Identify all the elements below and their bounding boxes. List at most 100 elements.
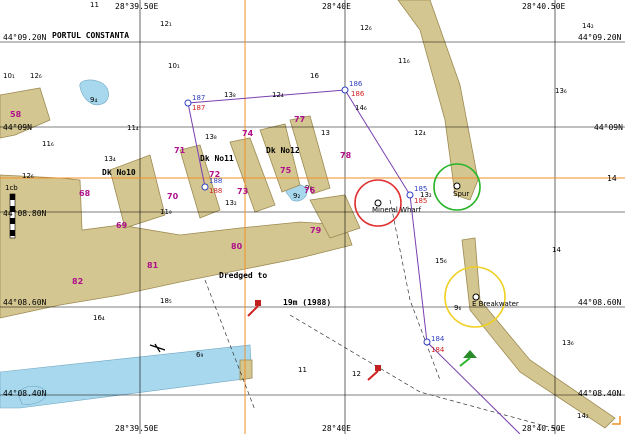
spur-light [453,182,461,190]
harbour-depth: 77 [294,115,305,124]
sounding: 12₁ [160,20,172,28]
harbour-depth: 75 [280,166,292,175]
sounding: 14₂ [577,412,589,420]
sounding: 13₈ [205,133,217,141]
harbour-depth: 69 [116,221,128,230]
lat-left-2: 44°09N [3,123,32,132]
harbour-depth: 71 [174,146,186,155]
sounding: 11 [90,1,99,9]
sounding: 16 [310,72,319,80]
lon-top-1: 28°39.50E [115,2,159,11]
sounding: 10₁ [168,62,180,70]
harbour-depth: 70 [167,192,179,201]
waypoint-188-lower: 188 [209,187,222,195]
sounding: 12₄ [414,129,426,137]
sounding: 9₄ [90,96,97,104]
waypoint-184-upper: 184 [431,335,445,343]
harbour-depth: 68 [79,189,91,198]
lat-right-2: 44°09N [594,123,623,132]
sounding: 16₄ [93,314,105,322]
sounding: 13₆ [555,87,567,95]
mineral-wharf-label: Mineral Wharf [372,206,422,214]
sounding: 9₂ [293,192,300,200]
sounding: 11₆ [42,140,54,148]
harbour-depth: 82 [72,277,83,286]
waypoint-labels: 187 187 186 186 188 188 185 185 184 184 [192,80,445,354]
dock10-label: Dk No10 [102,168,136,177]
sounding: 12₆ [360,24,372,32]
lon-bottom-1: 28°39.50E [115,424,159,433]
lat-left-3: 44°08.80N [3,209,47,218]
waypoint-186-upper: 186 [349,80,363,88]
waypoint-188-marker[interactable] [201,183,209,191]
harbour-depth: 80 [231,242,243,251]
harbour-depth: 81 [147,261,159,270]
lat-right-5: 44°08.40N [578,389,622,398]
red-beacon-icon [255,300,261,306]
waypoint-187-upper: 187 [192,94,205,102]
sounding: 6₉ [196,351,203,359]
lat-left-1: 44°09.20N [3,33,47,42]
breakwater-label: E Breakwater [472,300,519,308]
nautical-chart[interactable]: 28°39.50E 28°40E 28°40.50E 28°39.50E 28°… [0,0,625,434]
east-breakwater-north [397,0,479,201]
lon-top-2: 28°40E [322,2,351,11]
waypoint-185-marker[interactable] [406,191,414,199]
port-name: PORTUL CONSTANTA [52,31,129,40]
sounding: 14 [552,246,561,254]
dredged-depth-label: 19m (1988) [283,298,331,307]
sounding: 13₈ [224,91,236,99]
sounding: 11₄ [127,124,139,132]
lat-left-5: 44°08.40N [3,389,47,398]
sounding: 15₆ [435,257,447,265]
dock11-label: Dk No11 [200,154,234,163]
waypoint-184-lower: 184 [431,346,445,354]
waypoint-186-lower: 186 [351,90,365,98]
depth-soundings: 11 12₁ 12₆ 14₂ 10₁ 12₆ 10₁ 16 11₆ 13₆ 9₄… [3,1,594,420]
waypoint-185-lower: 185 [414,197,427,205]
harbour-depth: 76 [304,186,316,195]
waypoint-184-marker[interactable] [423,338,431,346]
lat-right-4: 44°08.60N [578,298,622,307]
sounding: 13₄ [104,155,116,163]
dock12-label: Dk No12 [266,146,300,155]
lon-top-3: 28°40.50E [522,2,566,11]
sounding: 12₄ [272,91,284,99]
sounding: 14₆ [355,104,367,112]
wreck-icon [149,343,166,353]
harbour-depth: 74 [242,129,254,138]
sounding: 11 [298,366,307,374]
harbour-depth: 73 [237,187,248,196]
sounding: 13 [321,129,330,137]
lat-right-3: 14 [607,174,617,183]
dredged-label: Dredged to [219,271,267,280]
lon-bottom-2: 28°40E [322,424,351,433]
green-buoy-icon [463,350,477,358]
pier-dk10 [109,154,166,229]
waypoint-187-lower: 187 [192,104,205,112]
sounding: 12₆ [22,172,34,180]
waypoint-185-upper: 185 [414,185,427,193]
lon-bottom-3: 28°40.50E [522,424,566,433]
spur-label: Spur [453,190,469,198]
waypoint-188-upper: 188 [209,177,222,185]
sounding: 13₂ [225,199,237,207]
sounding: 12₆ [30,72,42,80]
sounding: 11₉ [160,208,172,216]
harbour-depth: 78 [340,151,352,160]
waypoint-186-marker[interactable] [341,86,349,94]
lat-left-4: 44°08.60N [3,298,47,307]
harbour-depth: 79 [310,226,322,235]
sounding: 12 [352,370,361,378]
sounding: 10₁ [3,72,15,80]
sounding: 13₆ [562,339,574,347]
scale-label: 1cb [5,184,18,192]
harbour-depth: 58 [10,110,22,119]
bottom-land [239,359,253,381]
red-buoy-icon [375,365,381,371]
waypoint-187-marker[interactable] [184,99,192,107]
sounding: 11₆ [398,57,410,65]
sounding: 14₂ [582,22,594,30]
sounding: 18₅ [160,297,172,305]
lat-right-1: 44°09.20N [578,33,622,42]
